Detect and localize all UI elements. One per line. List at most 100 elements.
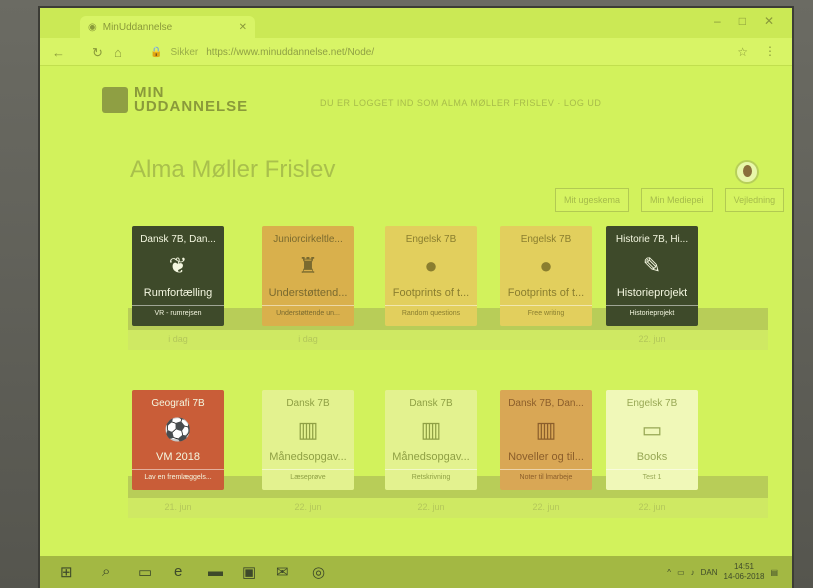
course-card[interactable]: Engelsk 7B ▭ Books Test 1 [606,390,698,490]
course-card[interactable]: Dansk 7B ▥ Månedsopgav... Læseprøve [262,390,354,490]
back-icon[interactable]: ← [52,45,65,60]
clock-time: 14:51 [733,562,754,571]
close-window-icon[interactable]: ✕ [764,14,774,28]
browser-tab[interactable]: ◉ MinUddannelse ✕ [80,16,255,38]
course-card-task: Læseprøve [262,469,354,481]
notification-icon[interactable]: ▤ [770,568,778,577]
course-card-title: Understøttend... [268,287,348,299]
course-card-title: Books [636,451,668,463]
course-card-title: Rumfortælling [143,287,213,299]
course-card-subject: Dansk 7B [409,398,453,409]
url-text: https://www.minuddannelse.net/Node/ [206,46,375,58]
volume-icon[interactable]: ♪ [691,568,695,577]
course-card[interactable]: Engelsk 7B ● Footprints of t... Free writin… [500,226,592,326]
tab-title: MinUddannelse [102,21,173,33]
mail-icon[interactable]: ✉ [276,563,289,581]
rocket-icon: ❦ [168,253,188,278]
clock[interactable]: 14:51 14-06-2018 [724,562,765,582]
course-card[interactable]: Historie 7B, Hi... ✎ Historieprojekt Histor… [606,226,698,326]
browser-menu-icon[interactable]: ⋮ [764,44,776,58]
course-card-subject: Juniorcirkeltle... [273,234,343,245]
logo-line2: UDDANNELSE [134,98,249,115]
task-view-icon[interactable]: ▭ [138,563,152,581]
course-card-subject: Geografi 7B [151,398,205,409]
books-icon: ▥ [297,417,319,442]
course-card-title: Noveller og til... [508,451,584,463]
media-button[interactable]: Min Mediepei [641,188,713,212]
keyboard-lang[interactable]: DAN [701,568,718,577]
url-field[interactable]: 🔒 Sikker https://www.minuddannelse.net/N… [150,43,710,61]
due-date: i dag [168,334,188,344]
minimize-icon[interactable]: – [714,14,721,28]
course-card-task: Noter til lmarbeje [500,469,592,481]
course-card-task: Test 1 [606,469,698,481]
file-explorer-icon[interactable]: ▬ [208,563,223,580]
globe-icon: ● [424,253,438,278]
reload-icon[interactable]: ↻ [92,45,103,61]
course-card-subject: Engelsk 7B [626,398,678,409]
course-card[interactable]: Engelsk 7B ● Footprints of t... Random ques… [385,226,477,326]
browser-tab-strip: ◉ MinUddannelse ✕ – □ ✕ [40,8,792,38]
login-notice: DU ER LOGGET IND SOM ALMA MØLLER FRISLEV… [320,98,602,108]
course-card-task: VR - rumrejsen [132,305,224,317]
due-date: 22. jun [638,502,666,512]
windows-start-icon[interactable]: ⊞ [60,563,73,581]
taskbar: ⊞ ⌕ ▭ e ▬ ▣ ✉ ◎ ^ ▭ ♪ DAN 14:51 14-06-20… [40,556,792,588]
globe-icon: ● [539,253,553,278]
course-card[interactable]: Dansk 7B, Dan... ❦ Rumfortælling VR - rumre… [132,226,224,326]
due-date: 22. jun [294,502,322,512]
address-bar: ← ↻ ⌂ 🔒 Sikker https://www.minuddannelse… [40,38,792,66]
course-card[interactable]: Juniorcirkeltle... ♜ Understøttend... Under… [262,226,354,326]
course-card-subject: Dansk 7B [286,398,330,409]
course-card-subject: Dansk 7B, Dan... [508,398,584,409]
due-date: 21. jun [164,502,192,512]
timetable-button[interactable]: Mit ugeskema [555,188,630,212]
site-logo[interactable]: MIN UDDANNELSE [102,85,249,115]
tab-favicon-icon: ◉ [88,21,97,33]
person-icon: ♜ [298,253,318,278]
course-card-task: Free writing [500,305,592,317]
tab-close-icon[interactable]: ✕ [239,22,247,33]
projected-screen: ◉ MinUddannelse ✕ – □ ✕ ← ↻ ⌂ 🔒 Sikker h… [40,8,792,588]
window-controls: – □ ✕ [714,14,774,28]
course-card-title: Footprints of t... [392,287,470,299]
logo-cube-icon [102,87,128,113]
course-card-task: Retskrivning [385,469,477,481]
chrome-icon[interactable]: ◎ [312,563,325,581]
network-icon[interactable]: ▭ [677,568,685,577]
pencil-note-icon: ✎ [642,253,662,278]
course-card-subject: Dansk 7B, Dan... [140,234,216,245]
store-icon[interactable]: ▣ [242,563,256,581]
course-card[interactable]: Dansk 7B ▥ Månedsopgav... Retskrivning [385,390,477,490]
guidance-button[interactable]: Vejledning [724,188,785,212]
avatar[interactable] [735,160,759,184]
tray-arrow-icon[interactable]: ^ [667,568,671,577]
course-card-title: Månedsopgav... [392,451,470,463]
course-card-task: Understøttende un... [262,305,354,317]
bookmark-star-icon[interactable]: ☆ [737,45,748,59]
course-card-title: Historieprojekt [616,287,688,299]
books-icon: ▥ [420,417,442,442]
due-date: 22. jun [532,502,560,512]
edge-icon[interactable]: e [174,563,182,580]
course-card-subject: Historie 7B, Hi... [615,234,689,245]
course-card[interactable]: Geografi 7B ⚽ VM 2018 Lav en fremlæggels... [132,390,224,490]
course-card-task: Random questions [385,305,477,317]
maximize-icon[interactable]: □ [739,14,746,28]
books-icon: ▥ [535,417,557,442]
due-date: 22. jun [638,334,666,344]
course-card-title: Månedsopgav... [269,451,347,463]
due-date: i dag [298,334,318,344]
header-buttons: Mit ugeskema Min Mediepei Vejledning [555,188,785,212]
course-card-title: Footprints of t... [507,287,585,299]
course-card-subject: Engelsk 7B [520,234,572,245]
lock-icon: 🔒 [150,46,163,58]
course-card-task: Historieprojekt [606,305,698,317]
home-icon[interactable]: ⌂ [114,45,122,60]
football-icon: ⚽ [164,417,192,442]
secure-label: Sikker [170,46,199,58]
user-name: Alma Møller Frislev [130,156,336,183]
search-icon[interactable]: ⌕ [102,563,110,580]
system-tray: ^ ▭ ♪ DAN 14:51 14-06-2018 ▤ [667,562,778,582]
course-card[interactable]: Dansk 7B, Dan... ▥ Noveller og til... Noter… [500,390,592,490]
